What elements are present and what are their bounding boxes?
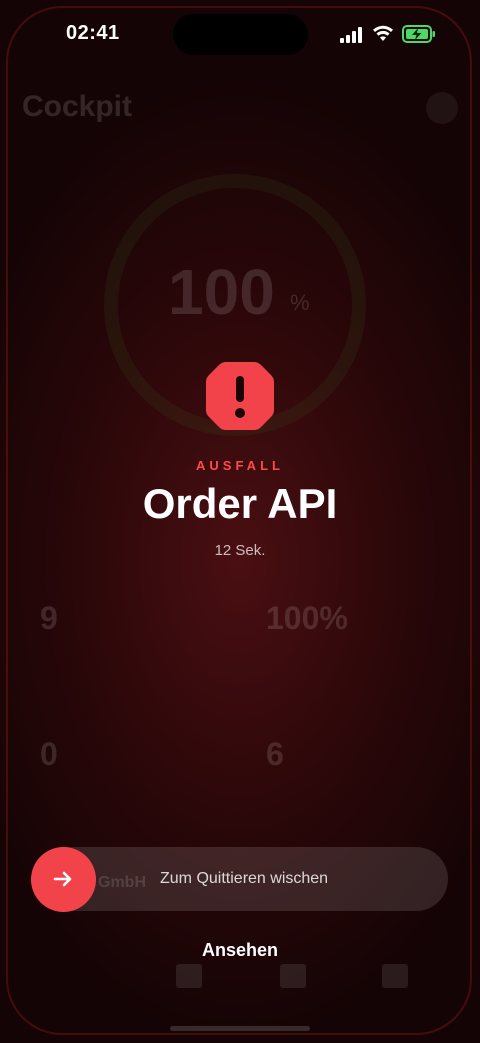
alert-type-label: AUSFALL	[196, 458, 284, 473]
warning-tab-icon	[280, 964, 306, 988]
alert-octagon-icon	[206, 362, 274, 430]
arrow-right-icon	[53, 871, 72, 887]
uptime-unit: %	[290, 290, 310, 315]
status-bar: 02:41	[0, 0, 480, 70]
view-button[interactable]: Ansehen	[0, 940, 480, 961]
swipe-handle[interactable]	[31, 847, 96, 912]
bg-title: Cockpit	[22, 90, 133, 123]
alert-duration: 12 Sek.	[214, 542, 266, 559]
inbox-tab-icon	[382, 964, 408, 988]
card-value: 6	[266, 736, 284, 772]
status-time: 02:41	[66, 22, 120, 44]
card-value: 9	[40, 600, 58, 636]
alert-service-title: Order API	[142, 480, 338, 527]
avatar	[426, 92, 458, 124]
home-indicator[interactable]	[170, 1026, 310, 1031]
battery-charging-icon	[402, 25, 435, 43]
lock-screen-alert: Cockpit 100 % 9 100% 0 6 GmbH 02:41 AUSF…	[0, 0, 480, 1043]
card-value: 100%	[266, 600, 348, 636]
reports-tab-icon	[176, 964, 202, 988]
dynamic-island	[173, 14, 308, 55]
uptime-value: 100	[168, 256, 275, 328]
swipe-label: Zum Quittieren wischen	[160, 870, 329, 887]
cellular-signal-icon	[340, 27, 362, 43]
wifi-icon	[373, 25, 393, 41]
card-value: 0	[40, 736, 58, 772]
